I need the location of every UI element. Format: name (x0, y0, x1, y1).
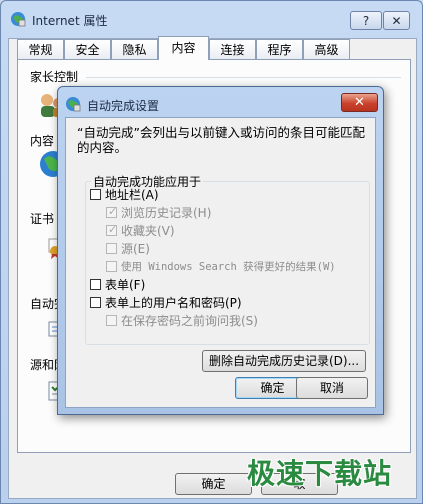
option-label: 在保存密码之前询问我(S) (121, 314, 258, 328)
tab-programs[interactable]: 程序 (256, 39, 303, 59)
option-label: 收藏夹(V) (121, 224, 175, 238)
dialog-client: “自动完成”会列出与以前键入或访问的条目可能匹配的内容。 自动完成功能应用于 地… (65, 117, 376, 408)
dialog-icon (66, 97, 81, 112)
delete-autocomplete-history-button[interactable]: 删除自动完成历史记录(D)... (202, 350, 366, 372)
checkbox (106, 261, 117, 272)
option-feeds: 源(E) (106, 240, 150, 257)
certificates-label: 证书 (30, 212, 55, 226)
dialog-cancel-button[interactable]: 取消 (296, 377, 368, 399)
tab-privacy[interactable]: 隐私 (111, 39, 158, 59)
option-address-bar[interactable]: 地址栏(A) (90, 186, 159, 203)
dialog-close-button[interactable]: ✕ (341, 93, 378, 112)
window-title: Internet 属性 (32, 14, 108, 28)
outer-ok-button[interactable]: 确定 (175, 473, 252, 495)
tab-security[interactable]: 安全 (64, 39, 111, 59)
section-divider (86, 77, 401, 78)
option-label: 源(E) (121, 242, 150, 256)
parental-controls-label: 家长控制 (30, 70, 79, 84)
option-favorites: ✓ 收藏夹(V) (106, 222, 175, 239)
checkbox: ✓ (106, 205, 118, 218)
checkbox (106, 243, 117, 254)
option-label: 表单上的用户名和密码(P) (105, 296, 242, 310)
close-button[interactable]: ✕ (383, 11, 410, 30)
option-ask-before-saving: 在保存密码之前询问我(S) (106, 312, 258, 329)
checkbox[interactable] (90, 297, 101, 308)
tab-advanced[interactable]: 高级 (303, 39, 350, 59)
dialog-title: 自动完成设置 (87, 99, 160, 113)
option-browsing-history: ✓ 浏览历史记录(H) (106, 204, 211, 221)
tab-connections[interactable]: 连接 (209, 39, 256, 59)
option-label: 浏览历史记录(H) (121, 206, 212, 220)
option-label: 使用 Windows Search 获得更好的结果(W) (121, 261, 336, 273)
checkbox: ✓ (106, 223, 118, 236)
title-bar: Internet 属性 ? ✕ (1, 1, 422, 35)
content-advisor-label: 内容 (30, 134, 55, 148)
check-mark-icon: ✓ (108, 223, 118, 236)
internet-options-icon (11, 12, 26, 27)
checkbox (106, 315, 117, 326)
option-label: 地址栏(A) (105, 188, 159, 202)
watermark-logo: 极速下载站 (247, 457, 393, 490)
check-mark-icon: ✓ (108, 205, 118, 218)
checkbox[interactable] (90, 189, 101, 200)
option-usernames-passwords[interactable]: 表单上的用户名和密码(P) (90, 294, 242, 311)
dialog-description: “自动完成”会列出与以前键入或访问的条目可能匹配的内容。 (77, 125, 365, 155)
option-label: 表单(F) (105, 278, 146, 292)
checkbox[interactable] (90, 279, 101, 290)
option-windows-search: 使用 Windows Search 获得更好的结果(W) (106, 258, 336, 275)
option-forms[interactable]: 表单(F) (90, 276, 145, 293)
autocomplete-settings-dialog: 自动完成设置 ✕ “自动完成”会列出与以前键入或访问的条目可能匹配的内容。 自动… (57, 86, 384, 415)
tab-general[interactable]: 常规 (17, 39, 64, 59)
help-button[interactable]: ? (350, 11, 382, 30)
tab-content[interactable]: 内容 (158, 36, 209, 60)
